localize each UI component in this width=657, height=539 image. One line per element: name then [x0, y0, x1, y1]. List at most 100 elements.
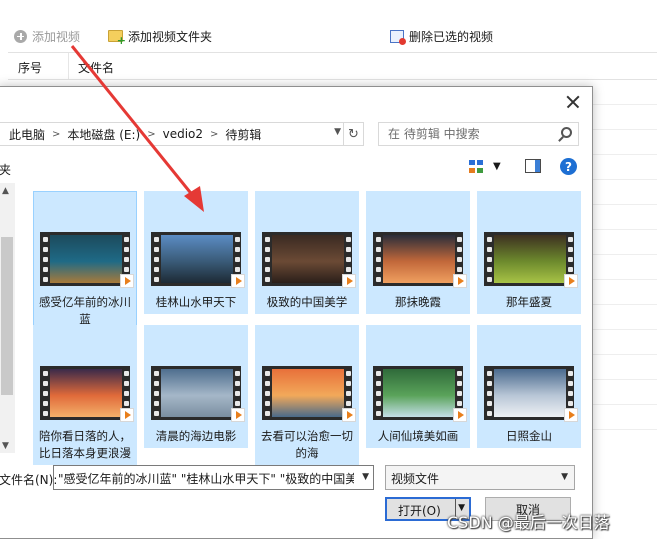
breadcrumb-current-folder[interactable]: 待剪辑	[225, 126, 261, 143]
file-name: 清晨的海边电影	[155, 429, 237, 443]
delete-icon	[390, 29, 406, 45]
app-window: 添加视频 添加视频文件夹 删除已选的视频 序号 文件名 此电脑 > 本地磁盘 (…	[0, 0, 657, 539]
file-item[interactable]: 那年盛夏	[477, 191, 581, 314]
address-bar[interactable]: 此电脑 > 本地磁盘 (E:) > vedio2 > 待剪辑 ▼ ↻	[0, 122, 364, 146]
column-index-header[interactable]: 序号	[18, 59, 42, 76]
file-item[interactable]: 人间仙境美如画	[366, 325, 470, 448]
video-thumbnail	[151, 232, 245, 288]
filename-value[interactable]: "感受亿年前的冰川蓝" "桂林山水甲天下" "极致的中国美	[58, 470, 354, 487]
chevron-down-icon[interactable]: ▼	[334, 127, 341, 137]
film-strip-icon	[262, 232, 272, 286]
film-strip-icon	[373, 366, 383, 420]
chevron-right-icon[interactable]: >	[147, 129, 155, 140]
file-name: 那抹晚霞	[395, 295, 441, 309]
video-thumbnail	[484, 232, 578, 288]
search-box[interactable]	[378, 122, 579, 146]
video-thumbnail	[262, 232, 356, 288]
video-file-icon	[120, 274, 134, 288]
column-divider[interactable]	[68, 53, 69, 79]
film-strip-icon	[40, 232, 50, 286]
file-name: 那年盛夏	[506, 295, 552, 309]
breadcrumb-local-disk[interactable]: 本地磁盘 (E:)	[67, 126, 140, 143]
open-button-label: 打开(O)	[398, 504, 441, 518]
scroll-thumb[interactable]	[1, 237, 13, 395]
thumbnail-image	[383, 366, 455, 420]
add-folder-label: 添加视频文件夹	[128, 29, 213, 44]
video-file-icon	[564, 274, 578, 288]
file-name: 日照金山	[506, 429, 552, 443]
file-item[interactable]: 去看可以治愈一切的海	[255, 325, 359, 465]
film-strip-icon	[151, 232, 161, 286]
new-folder-button[interactable]: 夹	[0, 161, 11, 178]
video-file-icon	[453, 408, 467, 422]
open-file-dialog: 此电脑 > 本地磁盘 (E:) > vedio2 > 待剪辑 ▼ ↻ 夹 ▼ ?…	[0, 86, 593, 539]
breadcrumb: 此电脑 > 本地磁盘 (E:) > vedio2 > 待剪辑	[9, 126, 261, 143]
file-name: 极致的中国美学	[266, 295, 348, 309]
filename-label: 文件名(N):	[0, 473, 58, 487]
delete-selected-button[interactable]: 删除已选的视频	[390, 26, 493, 46]
thumbnail-image	[50, 232, 122, 286]
thumbnail-image	[272, 366, 344, 420]
search-input[interactable]	[379, 123, 554, 145]
chevron-right-icon[interactable]: >	[210, 129, 218, 140]
video-file-icon	[120, 408, 134, 422]
file-grid: 感受亿年前的冰川蓝桂林山水甲天下 极致的中国美学 那抹晚霞 那年盛夏陪你看日落的人，比…	[33, 191, 593, 465]
thumbnail-image	[161, 232, 233, 286]
film-strip-icon	[373, 232, 383, 286]
search-icon[interactable]	[561, 127, 572, 138]
column-filename-header[interactable]: 文件名	[78, 59, 114, 76]
add-folder-button[interactable]: 添加视频文件夹	[108, 26, 213, 47]
video-thumbnail	[40, 232, 134, 288]
chevron-right-icon[interactable]: >	[52, 129, 60, 140]
watermark: CSDN @最后一次日落	[447, 513, 610, 532]
add-video-button[interactable]: 添加视频	[14, 26, 80, 46]
film-strip-icon	[262, 366, 272, 420]
scroll-down-icon[interactable]: ▼	[2, 441, 9, 451]
file-item[interactable]: 清晨的海边电影	[144, 325, 248, 448]
main-toolbar: 添加视频 添加视频文件夹 删除已选的视频	[0, 20, 657, 52]
file-item[interactable]: 那抹晚霞	[366, 191, 470, 314]
view-options-icon[interactable]	[469, 160, 483, 173]
file-name: 陪你看日落的人，比日落本身更浪漫	[39, 429, 131, 460]
breadcrumb-vedio2[interactable]: vedio2	[163, 127, 203, 141]
file-name: 桂林山水甲天下	[155, 295, 237, 309]
chevron-down-icon[interactable]: ▼	[493, 161, 501, 172]
film-strip-icon	[151, 366, 161, 420]
nav-pane-scrollbar[interactable]: ▲ ▼	[0, 183, 15, 453]
file-name: 去看可以治愈一切的海	[261, 429, 353, 460]
file-item[interactable]: 日照金山	[477, 325, 581, 448]
delete-selected-label: 删除已选的视频	[409, 29, 494, 44]
add-icon	[14, 29, 27, 43]
refresh-icon[interactable]: ↻	[343, 123, 363, 145]
video-thumbnail	[262, 366, 356, 422]
film-strip-icon	[40, 366, 50, 420]
video-thumbnail	[484, 366, 578, 422]
chevron-down-icon[interactable]: ▼	[561, 472, 568, 482]
scroll-up-icon[interactable]: ▲	[2, 186, 9, 196]
video-file-icon	[453, 274, 467, 288]
video-list-rows	[590, 80, 657, 450]
file-item[interactable]: 感受亿年前的冰川蓝	[33, 191, 137, 331]
thumbnail-image	[494, 366, 566, 420]
file-type-select[interactable]: 视频文件 ▼	[385, 465, 575, 490]
close-icon[interactable]	[564, 93, 582, 111]
breadcrumb-this-pc[interactable]: 此电脑	[9, 126, 45, 143]
video-file-icon	[231, 274, 245, 288]
video-file-icon	[342, 408, 356, 422]
preview-pane-icon[interactable]	[525, 159, 541, 173]
thumbnail-image	[494, 232, 566, 286]
file-item[interactable]: 极致的中国美学	[255, 191, 359, 314]
file-item[interactable]: 陪你看日落的人，比日落本身更浪漫	[33, 325, 137, 465]
video-file-icon	[564, 408, 578, 422]
help-icon[interactable]: ?	[560, 158, 577, 175]
video-thumbnail	[151, 366, 245, 422]
filename-field[interactable]: "感受亿年前的冰川蓝" "桂林山水甲天下" "极致的中国美 ▼	[53, 465, 374, 490]
thumbnail-image	[50, 366, 122, 420]
chevron-down-icon[interactable]: ▼	[362, 472, 369, 482]
file-item[interactable]: 桂林山水甲天下	[144, 191, 248, 314]
thumbnail-image	[161, 366, 233, 420]
video-file-icon	[342, 274, 356, 288]
folder-add-icon	[108, 30, 126, 47]
video-thumbnail	[40, 366, 134, 422]
thumbnail-image	[383, 232, 455, 286]
